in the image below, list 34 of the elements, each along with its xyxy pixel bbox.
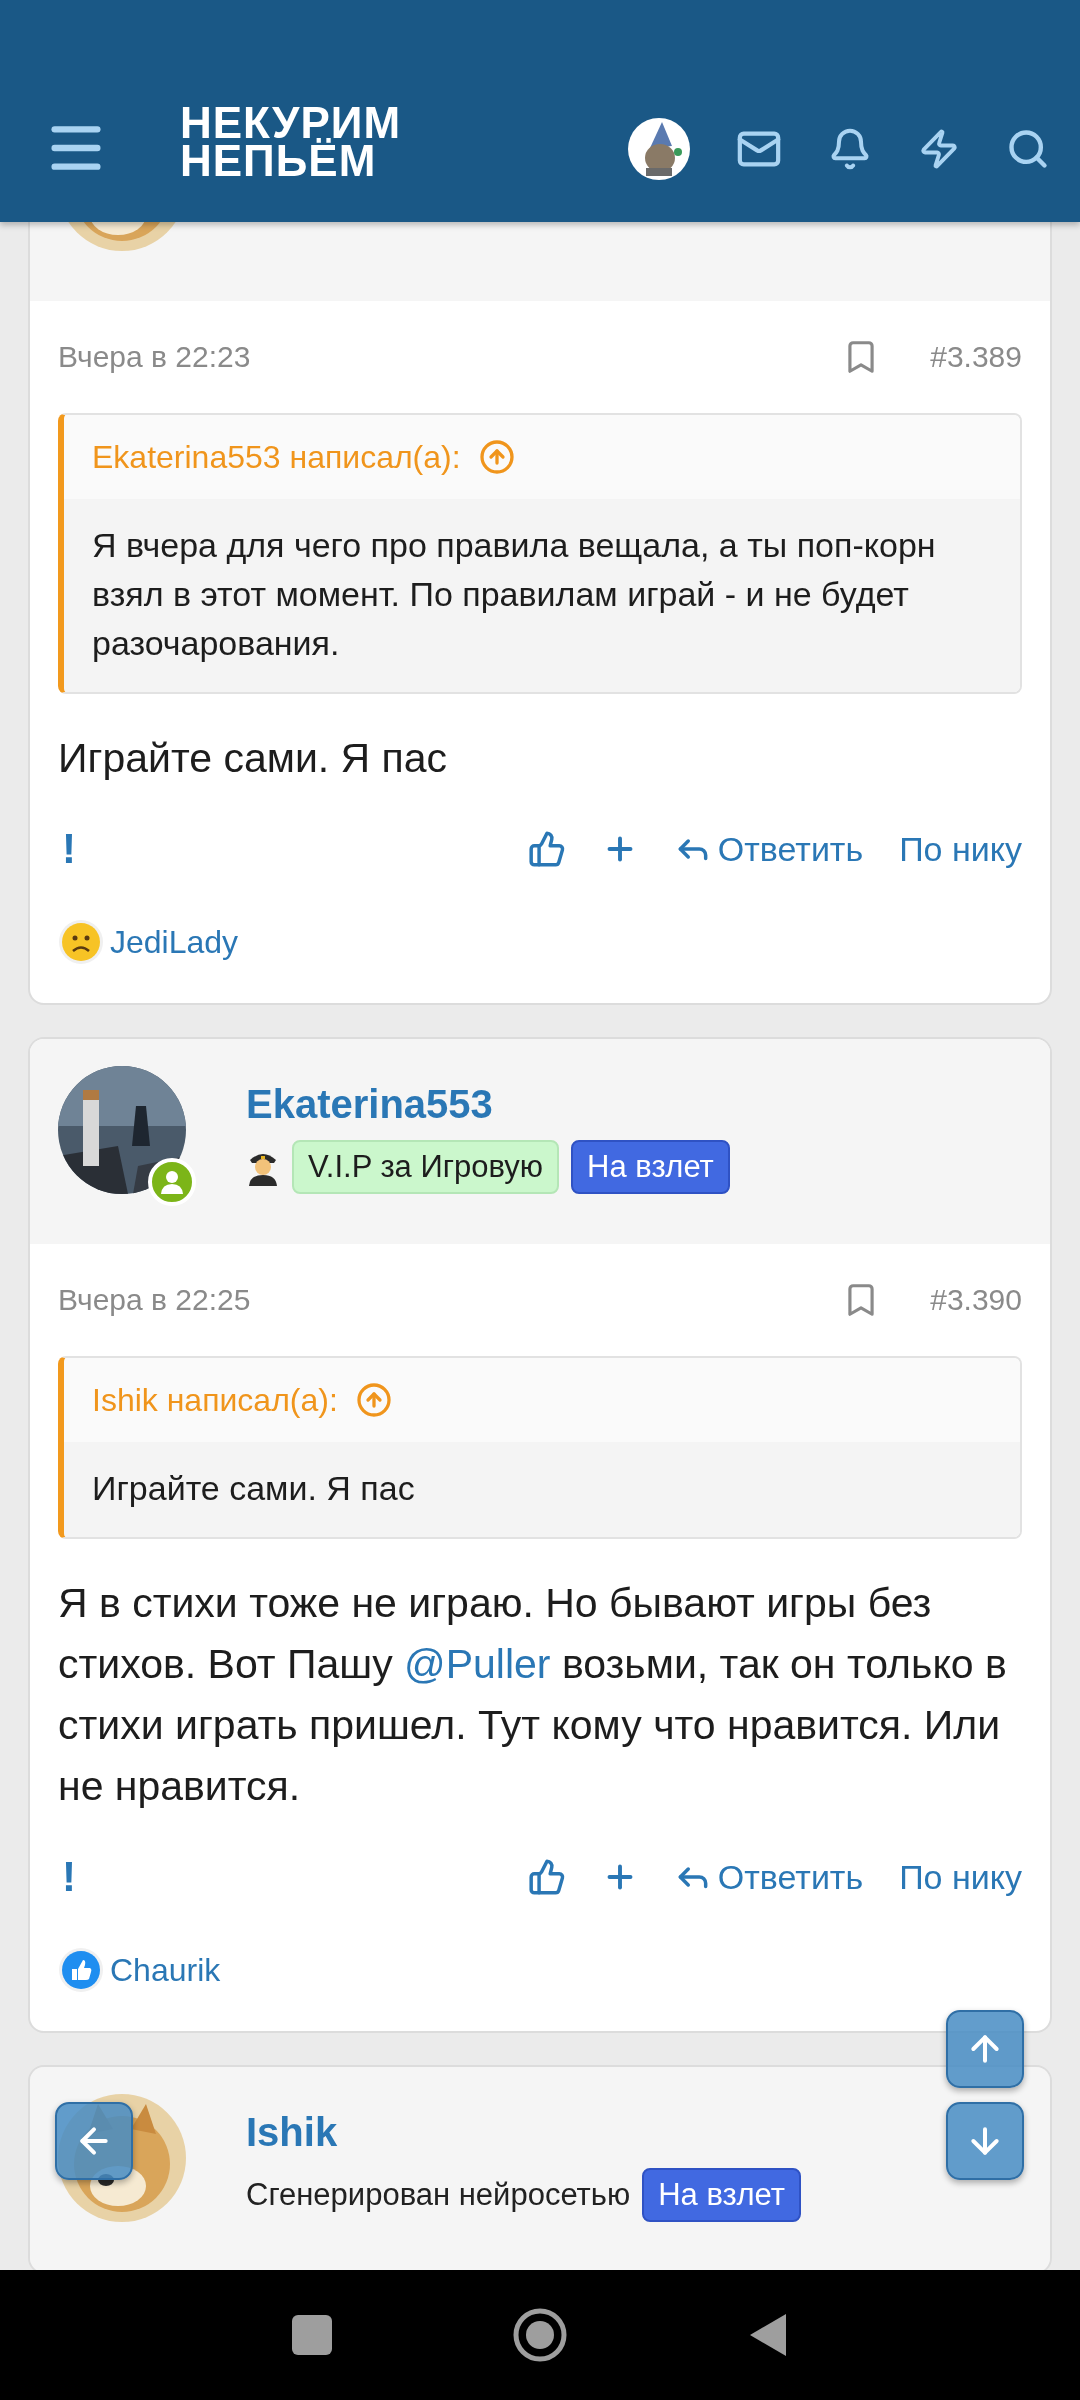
user-banner: V.I.P за Игровую	[292, 1140, 560, 1194]
by-nick-button[interactable]: По нику	[899, 1857, 1022, 1897]
post-text: Я в стихи тоже не играю. Но бывают игры без стихов. Вот Пашу @Puller возьми, так он только в стихи играть пришел. Тут кому что нравится. Или не нравится.	[58, 1579, 1008, 1811]
username[interactable]: Ishik	[246, 2106, 801, 2158]
user-title: Сгенерирован нейросетью	[246, 2177, 631, 2213]
reaction-user-link[interactable]: JediLady	[110, 923, 239, 961]
sad-face-icon	[58, 919, 104, 965]
post-date[interactable]: Вчера в 22:25	[58, 1283, 251, 1317]
scroll-up-button[interactable]	[946, 2010, 1024, 2088]
post-number[interactable]: #3.389	[930, 340, 1022, 374]
lightning-icon[interactable]	[918, 128, 960, 170]
post-number[interactable]: #3.390	[930, 1283, 1022, 1317]
back-icon[interactable]	[748, 2312, 788, 2358]
quote-text: Играйте сами. Я пас	[64, 1442, 1020, 1537]
search-icon[interactable]	[1006, 127, 1050, 171]
mention-link[interactable]: @Puller	[404, 1641, 551, 1687]
reply-button[interactable]: Ответить	[673, 829, 864, 869]
user-banner: На взлет	[642, 2168, 801, 2222]
like-icon[interactable]	[527, 830, 566, 868]
home-icon[interactable]	[512, 2307, 568, 2363]
reply-button[interactable]: Ответить	[673, 1857, 864, 1897]
like-icon[interactable]	[527, 1858, 566, 1896]
thumbs-up-icon	[58, 1947, 104, 1993]
post-text: Играйте сами. Я пас	[58, 734, 449, 783]
report-button[interactable]: !	[62, 1853, 76, 1901]
by-nick-button[interactable]: По нику	[899, 829, 1022, 869]
back-button[interactable]	[55, 2102, 133, 2180]
report-button[interactable]: !	[62, 825, 76, 873]
username[interactable]: Ekaterina553	[246, 1078, 730, 1130]
post-date[interactable]: Вчера в 22:23	[58, 340, 251, 374]
scroll-down-button[interactable]	[946, 2102, 1024, 2180]
reaction-user-link[interactable]: Chaurik	[110, 1951, 221, 1989]
user-banner: На взлет	[571, 1140, 730, 1194]
quote-text: Я вчера для чего про правила вещала, а ты поп-корн взял в этот момент. По правилам играй - и не будет разочарования.	[64, 499, 1020, 692]
